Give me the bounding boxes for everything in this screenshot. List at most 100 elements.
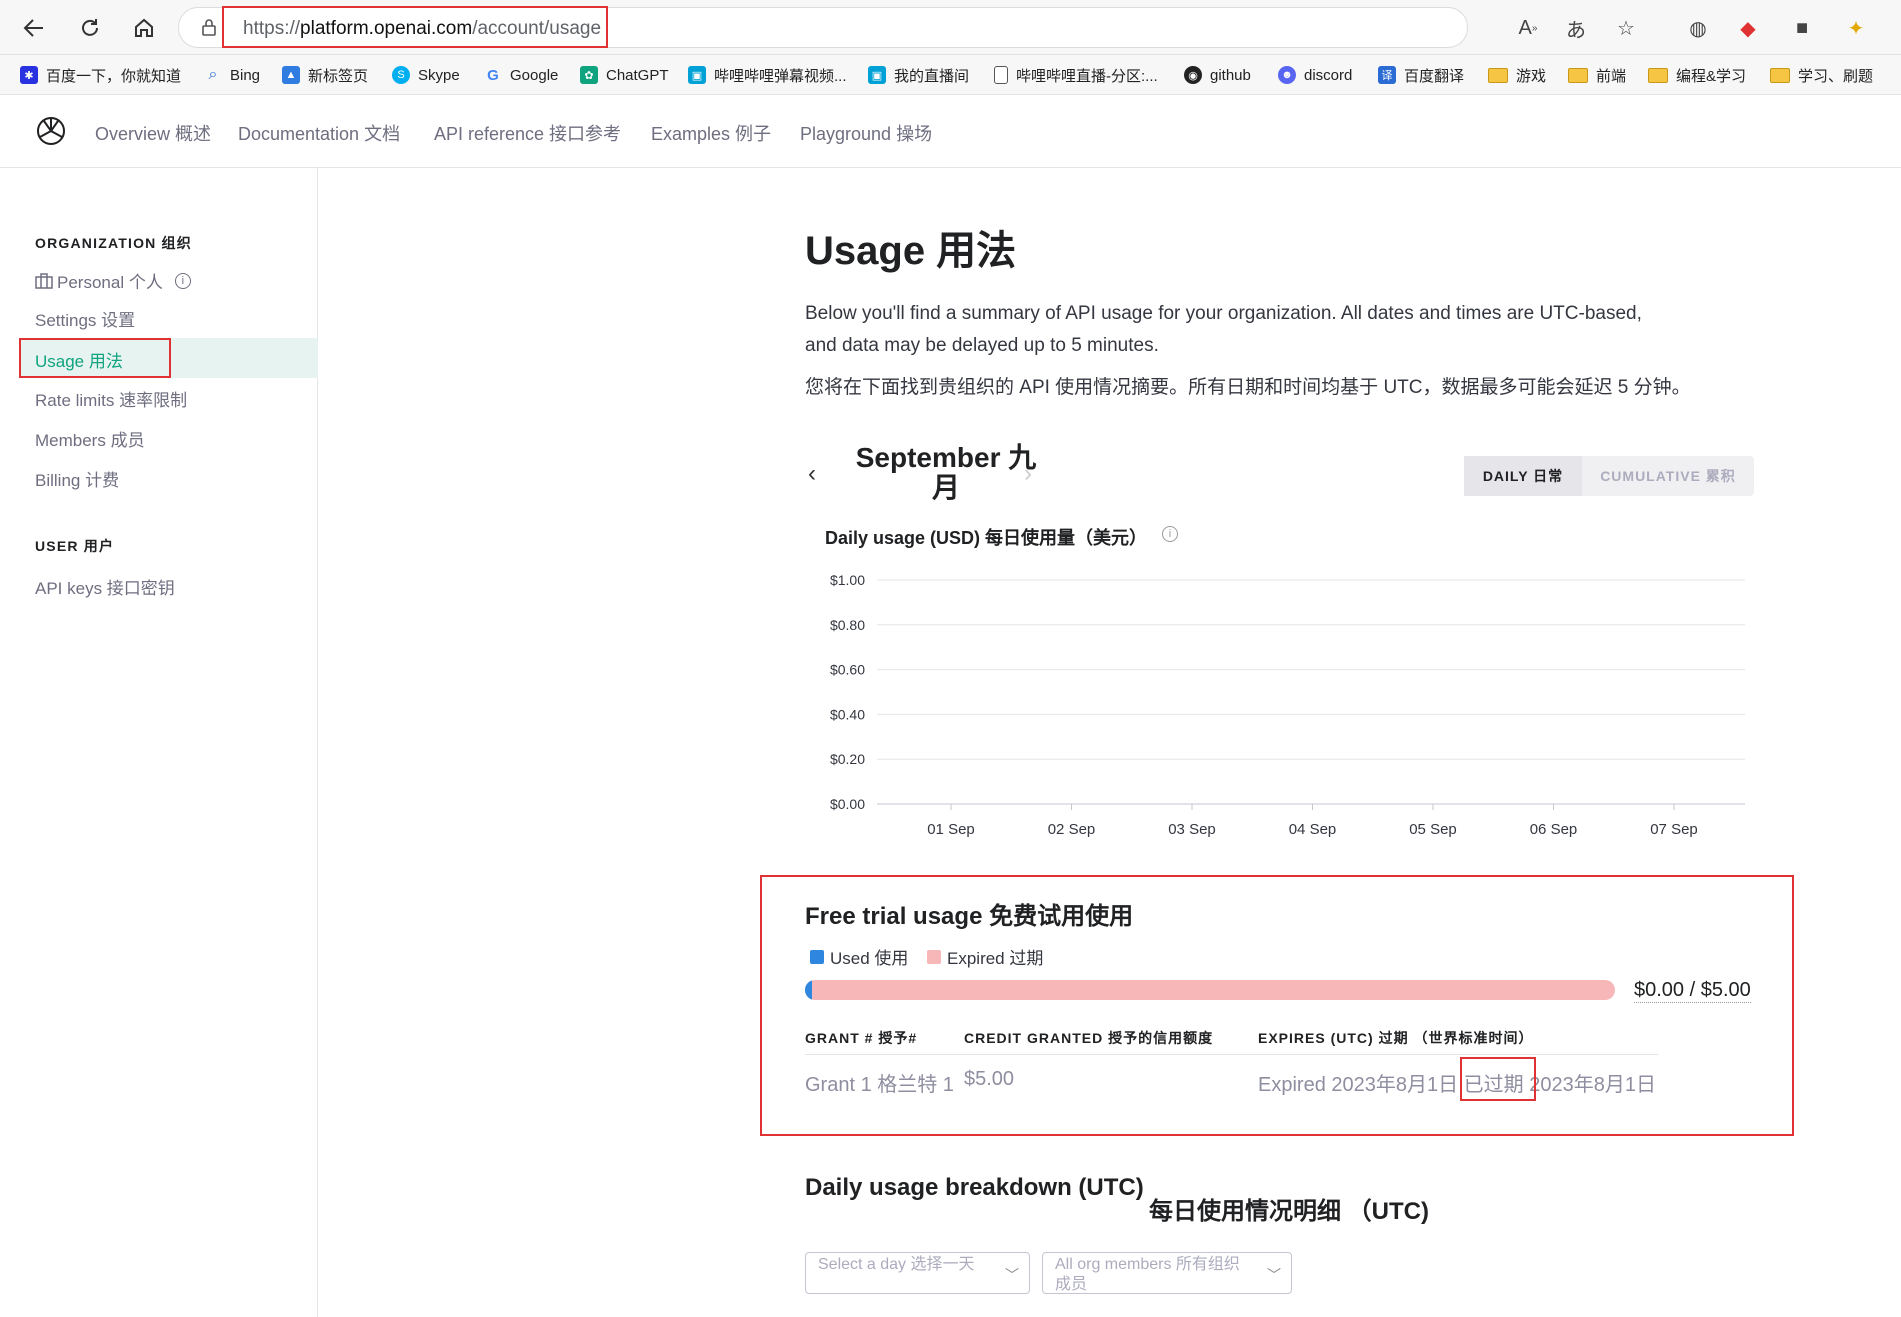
y-tick-label: $0.60 [830, 662, 865, 678]
sidebar-item-api-keys[interactable]: API keys 接口密钥 [35, 574, 175, 599]
translate-icon: 译 [1378, 66, 1396, 84]
sidebar-org-title: ORGANIZATION 组织 [35, 235, 192, 251]
page-title: Usage 用法 [805, 229, 1017, 273]
bookmark-folder-study[interactable]: 学习、刷题 [1770, 64, 1873, 86]
free-trial-title: Free trial usage 免费试用使用 [805, 903, 1134, 930]
view-toggle: DAILY 日常 CUMULATIVE 累积 [1464, 456, 1754, 496]
skype-icon: S [392, 66, 410, 84]
bookmark-baidu[interactable]: ✱ 百度一下，你就知道 [20, 64, 181, 86]
credit-cell: $5.00 [964, 1068, 1015, 1090]
folder-icon [1568, 67, 1588, 83]
usage-highlight-box [19, 338, 171, 378]
col-credit-granted: CREDIT GRANTED 授予的信用额度 [964, 1030, 1214, 1046]
extension-black-icon[interactable]: ■ [1788, 14, 1816, 42]
back-button[interactable] [18, 12, 50, 44]
favorite-star-icon[interactable]: ☆ [1612, 14, 1640, 42]
extension-yellow-icon[interactable]: ✦ [1842, 14, 1870, 42]
y-tick-label: $0.80 [830, 617, 865, 633]
bilibili-icon: ▣ [868, 66, 886, 84]
grant-cell: Grant 1 格兰特 1 [805, 1074, 954, 1096]
back-arrow-icon [23, 19, 43, 37]
translate-page-icon[interactable]: あ [1562, 14, 1590, 42]
chart-info-icon[interactable]: i [1162, 526, 1178, 542]
expired-highlight-box [1460, 1057, 1536, 1101]
nav-examples[interactable]: Examples 例子 [651, 120, 771, 146]
description-line-2: and data may be delayed up to 5 minutes. [805, 335, 1159, 356]
nav-playground[interactable]: Playground 操场 [800, 120, 932, 146]
bookmark-discord[interactable]: ☻ discord [1278, 64, 1352, 86]
month-title: September 九月 [855, 442, 1037, 503]
sidebar: ORGANIZATION 组织 Personal 个人 i Settings 设… [0, 168, 318, 1317]
credit-used-fill [805, 980, 813, 1000]
x-tick-label: 02 Sep [1048, 821, 1096, 838]
nav-documentation[interactable]: Documentation 文档 [238, 120, 400, 146]
bing-search-icon: ⌕ [208, 66, 218, 83]
nav-api-reference[interactable]: API reference 接口参考 [434, 120, 621, 146]
bookmark-newtab[interactable]: ▲ 新标签页 [282, 64, 368, 86]
x-tick-label: 04 Sep [1289, 821, 1337, 838]
extension-icon[interactable]: ◍ [1684, 14, 1712, 42]
col-grant: GRANT # 授予# [805, 1030, 918, 1046]
members-dropdown[interactable]: All org members 所有组织成员 ﹀ [1042, 1252, 1292, 1294]
lock-icon [202, 19, 216, 36]
expires-cell: Expired 2023年8月1日 已过期 2023年8月1日 [1258, 1074, 1656, 1096]
x-tick-label: 07 Sep [1650, 821, 1698, 838]
folder-icon [1770, 67, 1790, 83]
table-divider [805, 1054, 1658, 1055]
toggle-daily[interactable]: DAILY 日常 [1464, 456, 1582, 496]
extension-red-icon[interactable]: ◆ [1734, 14, 1762, 42]
newtab-icon: ▲ [282, 66, 300, 84]
app-header: Overview 概述 Documentation 文档 API referen… [0, 96, 1901, 168]
bookmark-bilibili-live[interactable]: 哔哩哔哩直播-分区:... [994, 64, 1158, 86]
home-icon [135, 18, 153, 37]
google-icon: G [487, 66, 499, 84]
bilibili-icon: ▣ [688, 66, 706, 84]
y-tick-label: $0.20 [830, 751, 865, 767]
chatgpt-icon: ✿ [580, 66, 598, 84]
description-line-3: 您将在下面找到贵组织的 API 使用情况摘要。所有日期和时间均基于 UTC，数据… [805, 377, 1691, 398]
bookmark-folder-programming[interactable]: 编程&学习 [1648, 64, 1746, 86]
bookmark-chatgpt[interactable]: ✿ ChatGPT [580, 64, 669, 86]
sidebar-item-settings[interactable]: Settings 设置 [35, 306, 135, 331]
home-button[interactable] [128, 12, 160, 44]
x-tick-label: 05 Sep [1409, 821, 1457, 838]
bookmark-folder-frontend[interactable]: 前端 [1568, 64, 1626, 86]
bookmark-baidu-translate[interactable]: 译百度翻译 [1378, 64, 1464, 86]
nav-overview[interactable]: Overview 概述 [95, 120, 211, 146]
bookmark-skype[interactable]: S Skype [392, 64, 460, 86]
select-day-dropdown[interactable]: Select a day 选择一天 ﹀ [805, 1252, 1030, 1294]
sidebar-item-rate-limits[interactable]: Rate limits 速率限制 [35, 386, 187, 411]
sidebar-item-personal[interactable]: Personal 个人 i [35, 268, 191, 293]
x-tick-label: 03 Sep [1168, 821, 1216, 838]
bookmark-bing[interactable]: ⌕ Bing [204, 64, 261, 86]
chevron-down-icon: ﹀ [1005, 1267, 1019, 1283]
legend-used-swatch [810, 949, 824, 964]
next-month-chevron-icon[interactable]: › [1024, 460, 1032, 488]
bookmark-live-room[interactable]: ▣ 我的直播间 [868, 64, 969, 86]
col-expires: EXPIRES (UTC) 过期 （世界标准时间） [1258, 1030, 1534, 1046]
breakdown-title: Daily usage breakdown (UTC) [805, 1174, 1144, 1201]
openai-logo-icon[interactable] [34, 114, 68, 148]
prev-month-chevron-icon[interactable]: ‹ [808, 460, 816, 488]
bookmark-github[interactable]: ◉ github [1184, 64, 1251, 86]
bookmark-google[interactable]: G Google [484, 64, 558, 86]
bookmark-folder-games[interactable]: 游戏 [1488, 64, 1546, 86]
toggle-cumulative[interactable]: CUMULATIVE 累积 [1582, 456, 1754, 496]
description-line-1: Below you'll find a summary of API usage… [805, 303, 1642, 324]
discord-icon: ☻ [1278, 66, 1296, 84]
x-tick-label: 01 Sep [927, 821, 975, 838]
y-tick-label: $1.00 [830, 572, 865, 588]
sidebar-item-billing[interactable]: Billing 计费 [35, 466, 119, 491]
credit-progress-bar [805, 980, 1615, 1000]
sidebar-item-members[interactable]: Members 成员 [35, 426, 145, 451]
refresh-button[interactable] [74, 12, 106, 44]
folder-icon [1648, 67, 1668, 83]
bookmarks-bar: ✱ 百度一下，你就知道 ⌕ Bing ▲ 新标签页 S Skype G Google ✿ C… [0, 55, 1901, 95]
y-tick-label: $0.40 [830, 706, 865, 722]
legend-expired: Expired 过期 [927, 944, 1043, 969]
bookmark-bilibili[interactable]: ▣ 哔哩哔哩弹幕视频... [688, 64, 847, 86]
sidebar-user-title: USER 用户 [35, 538, 115, 554]
page-icon [994, 66, 1008, 84]
read-aloud-icon[interactable]: A» [1514, 14, 1542, 42]
info-icon[interactable]: i [174, 272, 191, 289]
